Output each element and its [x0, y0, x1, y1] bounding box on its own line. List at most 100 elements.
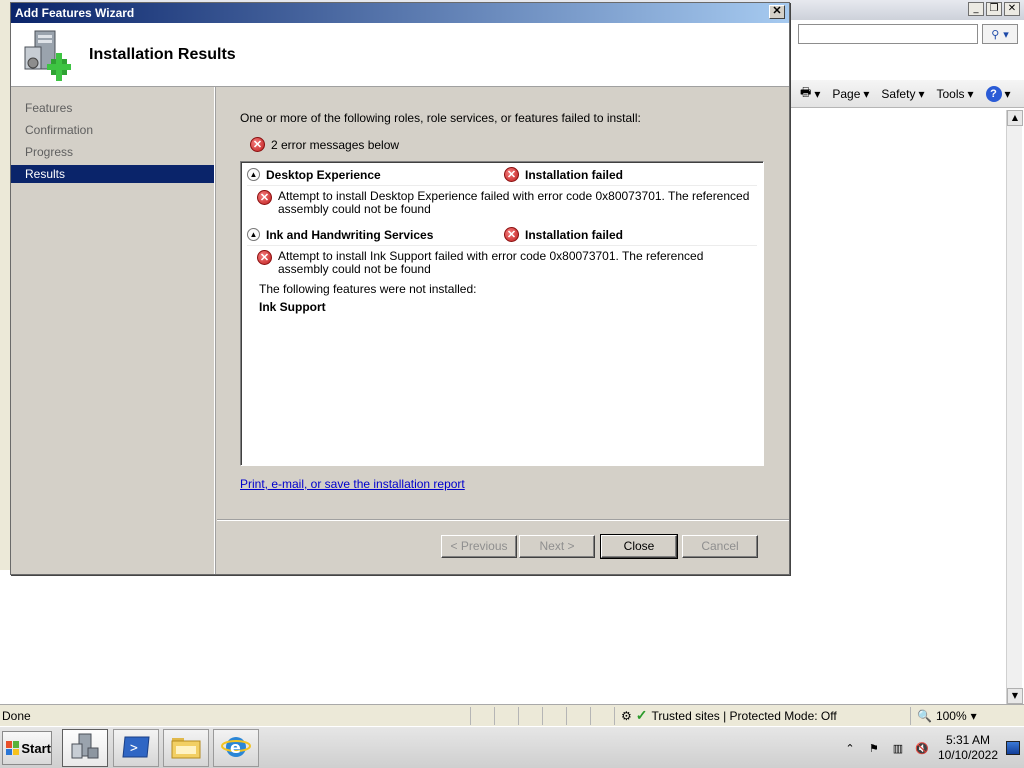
powershell-taskbar-button[interactable]: > [113, 729, 159, 767]
show-hidden-icons-icon[interactable]: ⌃ [842, 740, 858, 756]
status-text: Done [2, 708, 31, 723]
wizard-titlebar: Add Features Wizard ✕ [11, 3, 789, 23]
page-menu-button[interactable]: Page ▾ [832, 87, 869, 101]
start-label: Start [21, 740, 51, 756]
wizard-nav: Features Confirmation Progress Results [11, 87, 215, 574]
close-button[interactable]: Close [600, 534, 678, 559]
error-icon: ✕ [257, 190, 272, 205]
search-input[interactable] [798, 24, 978, 44]
chevron-down-icon: ▾ [918, 86, 925, 101]
error-icon: ✕ [257, 250, 272, 265]
internet-explorer-taskbar-button[interactable]: e [213, 729, 259, 767]
page-menu-label: Page [832, 86, 861, 101]
scroll-up-icon[interactable]: ▲ [1007, 110, 1023, 126]
ie-frame-edge [0, 0, 10, 570]
cancel-button[interactable]: Cancel [682, 535, 758, 558]
collapse-icon[interactable]: ▲ [247, 168, 260, 181]
chevron-down-icon: ▾ [863, 86, 870, 101]
search-button[interactable]: ⚲ ▾ [982, 24, 1018, 44]
restore-icon[interactable]: ❐ [986, 2, 1002, 16]
ie-window-controls: _ ❐ ✕ [968, 2, 1020, 16]
powershell-icon: > [121, 735, 151, 762]
wizard-header: Installation Results [11, 23, 789, 87]
status-label: Installation failed [525, 227, 624, 242]
safety-menu-button[interactable]: Safety ▾ [881, 87, 924, 101]
result-status: ✕ Installation failed [504, 227, 623, 242]
error-icon: ✕ [504, 167, 519, 182]
print-button[interactable]: 🖶 ▾ [800, 83, 820, 104]
result-header: ▲ Ink and Handwriting Services ✕ Install… [247, 224, 757, 246]
previous-button[interactable]: < Previous [441, 535, 517, 558]
status-pane [542, 706, 566, 725]
vertical-scrollbar[interactable]: ▲ ▼ [1006, 110, 1023, 704]
system-tray: ⌃ ⚑ ▥ 🔇 5:31 AM 10/10/2022 [842, 729, 1024, 767]
chevron-down-icon: ▾ [970, 708, 977, 723]
nav-item-results[interactable]: Results [11, 165, 214, 183]
error-icon: ✕ [250, 137, 265, 152]
wizard-body: Features Confirmation Progress Results O… [11, 87, 789, 574]
taskbar: Start > e ⌃ ⚑ ▥ 🔇 5:31 AM 10/10/2022 [0, 726, 1024, 768]
security-zone[interactable]: ⚙ ✓ Trusted sites | Protected Mode: Off [614, 706, 864, 725]
page-title: Installation Results [89, 45, 236, 63]
action-center-flag-icon[interactable]: ⚑ [866, 740, 882, 756]
internet-explorer-icon: e [221, 732, 251, 765]
zoom-level: 100% [935, 708, 967, 723]
volume-muted-icon[interactable]: 🔇 [914, 740, 930, 756]
chevron-down-icon: ▾ [967, 86, 974, 101]
server-manager-taskbar-button[interactable] [62, 729, 108, 767]
show-desktop-button[interactable] [1006, 741, 1020, 755]
error-message-text: Attempt to install Ink Support failed wi… [278, 249, 704, 276]
search-icon: ⚲ [991, 27, 1000, 41]
windows-logo-icon [6, 741, 20, 755]
nav-item-progress[interactable]: Progress [11, 143, 214, 161]
ie-command-bar: 🖶 ▾ Page ▾ Safety ▾ Tools ▾ ? ▾ [790, 80, 1024, 108]
server-manager-icon [70, 732, 100, 765]
print-icon: 🖶 [800, 85, 812, 99]
status-label: Installation failed [525, 167, 624, 182]
clock[interactable]: 5:31 AM 10/10/2022 [938, 733, 998, 763]
installation-report-link[interactable]: Print, e-mail, or save the installation … [240, 477, 465, 491]
status-pane [494, 706, 518, 725]
result-message: ✕ Attempt to install Desktop Experience … [247, 186, 757, 216]
add-features-wizard: Add Features Wizard ✕ Installation Resul… [10, 2, 790, 575]
status-pane [566, 706, 590, 725]
minimize-icon[interactable]: _ [968, 2, 984, 16]
footer-divider [217, 519, 789, 521]
summary-text: 2 error messages below [271, 137, 400, 152]
result-status: ✕ Installation failed [504, 167, 623, 182]
error-message-text: Attempt to install Desktop Experience fa… [278, 189, 750, 216]
wizard-content: One or more of the following roles, role… [217, 87, 789, 519]
not-installed-feature: Ink Support [259, 300, 326, 314]
result-header: ▲ Desktop Experience ✕ Installation fail… [247, 164, 757, 186]
zone-label: Trusted sites | Protected Mode: Off [651, 708, 837, 723]
check-icon: ✓ [635, 707, 648, 723]
explorer-taskbar-button[interactable] [163, 729, 209, 767]
nav-item-confirmation[interactable]: Confirmation [11, 121, 214, 139]
svg-text:>: > [130, 741, 138, 756]
network-icon[interactable]: ▥ [890, 740, 906, 756]
chevron-down-icon: ▾ [814, 86, 821, 101]
results-list[interactable]: ▲ Desktop Experience ✕ Installation fail… [240, 161, 764, 466]
start-button[interactable]: Start [2, 731, 52, 765]
close-icon[interactable]: ✕ [1004, 2, 1020, 16]
next-button[interactable]: Next > [519, 535, 595, 558]
zoom-control[interactable]: 🔍 100% ▾ [910, 706, 977, 725]
chevron-down-icon: ▾ [1004, 86, 1011, 101]
help-button[interactable]: ? ▾ [985, 85, 1011, 102]
tools-menu-label: Tools [936, 86, 965, 101]
error-icon: ✕ [504, 227, 519, 242]
scroll-down-icon[interactable]: ▼ [1007, 688, 1023, 704]
error-summary: ✕ 2 error messages below [250, 137, 789, 152]
server-features-icon [21, 29, 71, 81]
result-message: ✕ Attempt to install Ink Support failed … [247, 246, 757, 276]
help-icon: ? [985, 85, 1002, 102]
protected-mode-icon: ⚙ [621, 708, 632, 723]
close-icon[interactable]: ✕ [769, 5, 785, 19]
nav-item-features[interactable]: Features [11, 99, 214, 117]
zoom-icon: 🔍 [917, 708, 932, 723]
collapse-icon[interactable]: ▲ [247, 228, 260, 241]
tools-menu-button[interactable]: Tools ▾ [936, 87, 973, 101]
status-pane [590, 706, 614, 725]
result-feature-name: Desktop Experience [266, 167, 381, 182]
wizard-title: Add Features Wizard [15, 6, 135, 20]
